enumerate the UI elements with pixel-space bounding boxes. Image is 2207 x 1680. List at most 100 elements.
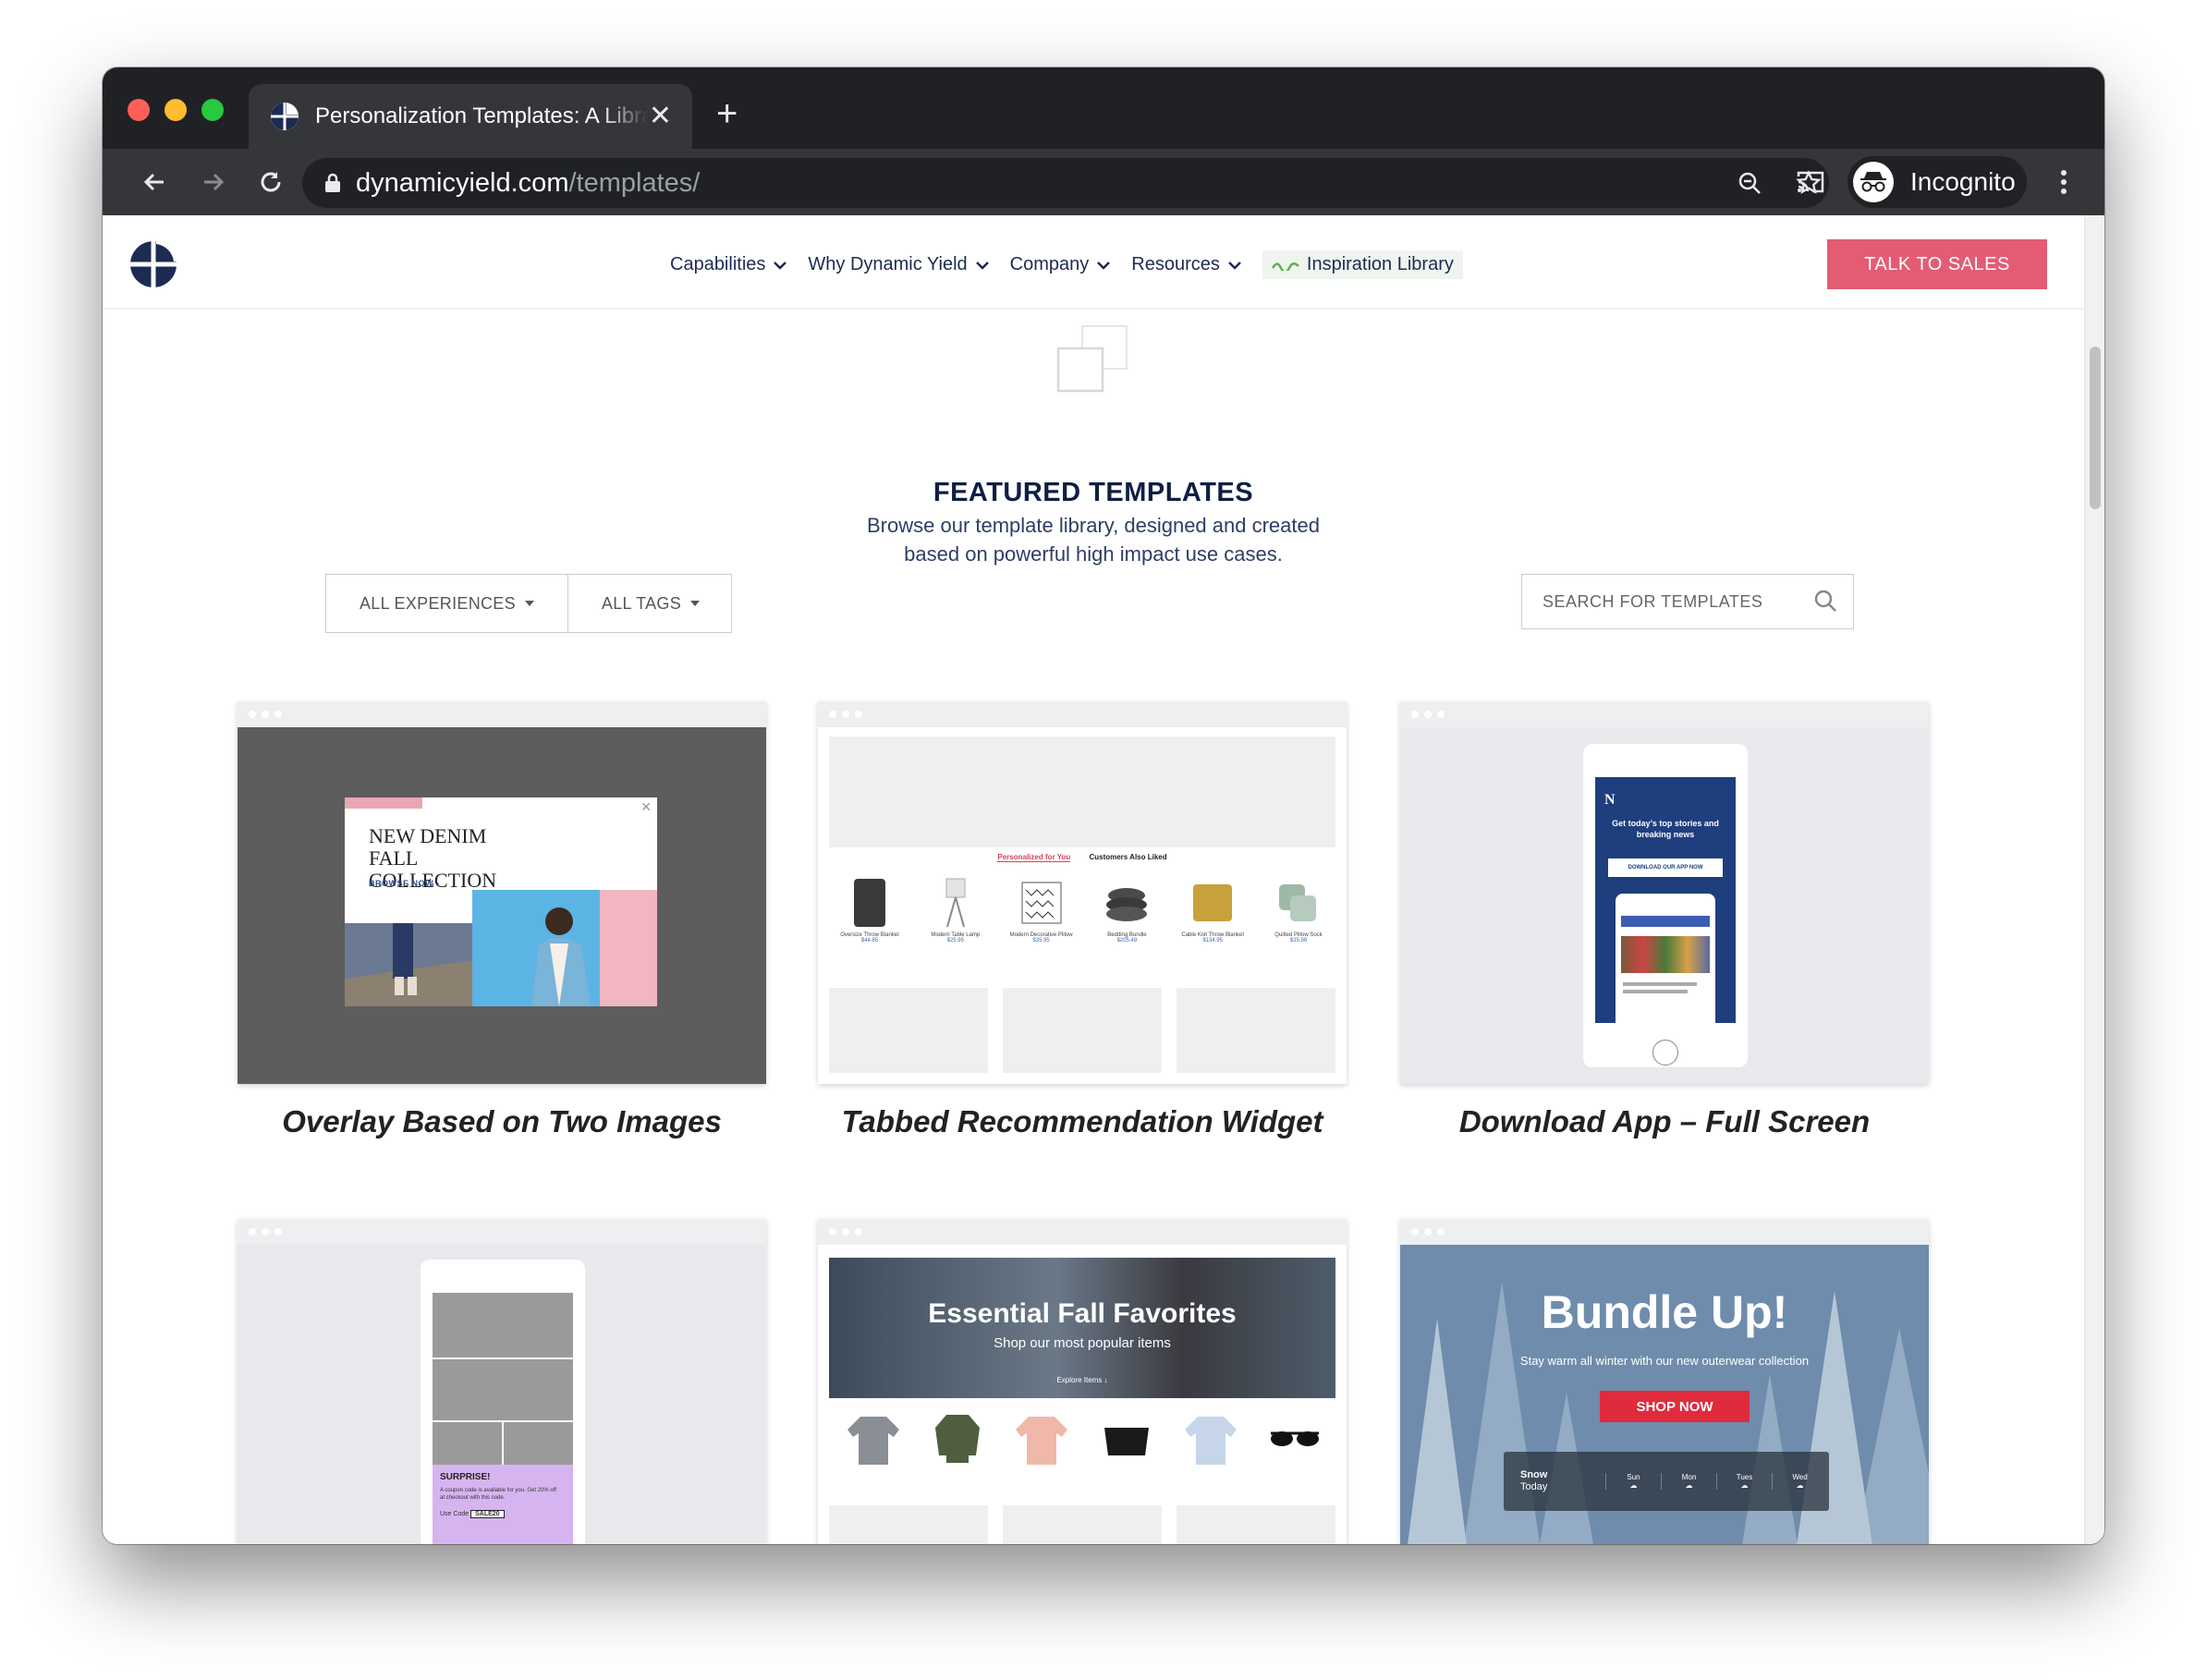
main-nav: Capabilities Why Dynamic Yield Company R… xyxy=(670,250,1463,279)
card-preview: Essential Fall Favorites Shop our most p… xyxy=(818,1245,1347,1544)
browser-tab[interactable]: Personalization Templates: A Library of … xyxy=(249,84,692,149)
address-bar[interactable]: dynamicyield.com/templates/ xyxy=(302,158,1829,208)
squiggle-icon xyxy=(1271,262,1299,271)
url-text: dynamicyield.com/templates/ xyxy=(356,167,701,198)
site-favicon-icon xyxy=(271,103,299,130)
incognito-label: Incognito xyxy=(1910,167,2016,196)
zoom-icon[interactable] xyxy=(1733,166,1766,200)
chevron-down-icon xyxy=(1097,261,1111,270)
preview-headline: Essential Fall Favorites xyxy=(928,1298,1237,1329)
nav-label: Capabilities xyxy=(670,254,766,274)
search-input[interactable] xyxy=(1542,591,1792,612)
preview-logo: N xyxy=(1604,792,1616,808)
sunglasses-image xyxy=(1271,1431,1320,1446)
template-search xyxy=(1521,574,1854,629)
page-subtitle: Browse our template library, designed an… xyxy=(103,511,2084,568)
cast-icon[interactable] xyxy=(1790,162,1831,202)
card-preview: Bundle Up! Stay warm all winter with our… xyxy=(1400,1245,1929,1544)
preview-hero-banner: Essential Fall Favorites Shop our most p… xyxy=(829,1258,1335,1398)
template-card-title[interactable]: Overlay Based on Two Images xyxy=(238,1104,766,1139)
dynamic-yield-logo[interactable] xyxy=(130,241,177,287)
close-icon: ✕ xyxy=(640,799,652,814)
card-window-bar xyxy=(238,701,766,727)
card-window-bar xyxy=(818,701,1347,727)
incognito-icon xyxy=(1853,162,1894,202)
preview-body: A coupon code is available for you. Get … xyxy=(440,1488,556,1501)
jacket-green-image xyxy=(934,1415,980,1463)
nav-resources[interactable]: Resources xyxy=(1131,254,1242,275)
incognito-profile-button[interactable]: Incognito xyxy=(1847,156,2027,208)
talk-to-sales-button[interactable]: TALK TO SALES xyxy=(1827,239,2047,289)
nav-why-dynamic-yield[interactable]: Why Dynamic Yield xyxy=(808,254,989,275)
new-tab-icon[interactable]: + xyxy=(716,95,738,132)
preview-product: Quilted Pillow Sock $35.99 xyxy=(1260,875,1337,943)
card-preview: ✕ NEW DENIM FALL COLLECTION BROWSE NOW › xyxy=(238,727,766,1084)
preview-product: Oversize Throw Blanket $44.85 xyxy=(831,875,908,943)
window-controls xyxy=(128,99,224,121)
nav-company[interactable]: Company xyxy=(1010,254,1112,275)
tags-dropdown[interactable]: ALL TAGS xyxy=(567,575,731,632)
preview-subheadline: Shop our most popular items xyxy=(994,1335,1171,1351)
dropdown-label: ALL EXPERIENCES xyxy=(360,593,516,613)
card-window-bar xyxy=(1400,701,1929,727)
template-card[interactable]: SURPRISE! A coupon code is available for… xyxy=(238,1219,766,1544)
page-scrollbar[interactable] xyxy=(2084,215,2104,1544)
maximize-window-button[interactable] xyxy=(201,99,224,121)
nav-inspiration-library[interactable]: Inspiration Library xyxy=(1262,250,1463,279)
nav-label: Inspiration Library xyxy=(1306,254,1454,274)
preview-headline: SURPRISE! xyxy=(440,1472,491,1482)
back-arrow-icon[interactable] xyxy=(134,162,175,202)
browser-menu-icon[interactable] xyxy=(2043,162,2084,202)
browser-window: Personalization Templates: A Library of … xyxy=(103,67,2104,1544)
template-card[interactable]: N Get today’s top stories and breaking n… xyxy=(1400,701,1929,1084)
browser-toolbar: dynamicyield.com/templates/ Incognito xyxy=(103,149,2104,215)
template-card-title[interactable]: Download App – Full Screen xyxy=(1400,1104,1929,1139)
nav-capabilities[interactable]: Capabilities xyxy=(670,254,787,275)
preview-product: Modern Decorative Pillow $35.95 xyxy=(1003,875,1080,943)
nav-label: Resources xyxy=(1131,254,1220,274)
preview-product-row: Oversize Throw Blanket $44.85 Modern Tabl… xyxy=(831,875,1337,943)
clutch-black-image xyxy=(1104,1428,1149,1455)
sweater-grey-image xyxy=(847,1417,899,1465)
templates-icon xyxy=(1056,325,1128,393)
experiences-dropdown[interactable]: ALL EXPERIENCES xyxy=(326,575,567,632)
preview-product: Cable Knit Throw Blanket $134.95 xyxy=(1174,875,1251,943)
subtitle-line: Browse our template library, designed an… xyxy=(867,514,1320,537)
template-card-title[interactable]: Tabbed Recommendation Widget xyxy=(818,1104,1347,1139)
minimize-window-button[interactable] xyxy=(165,99,187,121)
reload-icon[interactable] xyxy=(250,162,291,202)
scrollbar-thumb[interactable] xyxy=(2090,347,2101,509)
nav-label: Why Dynamic Yield xyxy=(808,254,968,274)
search-icon[interactable] xyxy=(1812,588,1838,614)
forward-arrow-icon[interactable] xyxy=(193,162,234,202)
preview-subheadline: Stay warm all winter with our new outerw… xyxy=(1519,1354,1810,1368)
preview-tab-active: Personalized for You xyxy=(997,853,1071,862)
card-preview: N Get today’s top stories and breaking n… xyxy=(1400,727,1929,1084)
phone-mockup: N Get today’s top stories and breaking n… xyxy=(1583,744,1748,1067)
tab-close-icon[interactable]: ✕ xyxy=(649,101,672,132)
card-window-bar xyxy=(818,1219,1347,1245)
preview-button: DOWNLOAD OUR APP NOW xyxy=(1608,858,1723,877)
preview-tab: Customers Also Liked xyxy=(1089,853,1167,861)
template-card[interactable]: ✕ NEW DENIM FALL COLLECTION BROWSE NOW › xyxy=(238,701,766,1084)
tab-title: Personalization Templates: A Library of … xyxy=(315,103,648,128)
template-card[interactable]: Essential Fall Favorites Shop our most p… xyxy=(818,1219,1347,1544)
preview-link: Explore Items ↓ xyxy=(1056,1376,1108,1384)
card-preview: Personalized for You Customers Also Like… xyxy=(818,727,1347,1084)
web-page: Capabilities Why Dynamic Yield Company R… xyxy=(103,215,2084,1544)
preview-product-row xyxy=(831,1409,1337,1468)
filter-group: ALL EXPERIENCES ALL TAGS xyxy=(325,574,733,633)
card-window-bar xyxy=(1400,1219,1929,1245)
close-window-button[interactable] xyxy=(128,99,150,121)
card-preview: SURPRISE! A coupon code is available for… xyxy=(238,1245,766,1544)
lock-icon xyxy=(325,173,340,192)
template-card[interactable]: Personalized for You Customers Also Like… xyxy=(818,701,1347,1084)
template-card[interactable]: Bundle Up! Stay warm all winter with our… xyxy=(1400,1219,1929,1544)
preview-headline: Get today’s top stories and breaking new… xyxy=(1612,819,1719,839)
caret-down-icon xyxy=(524,601,534,606)
preview-link: BROWSE NOW › xyxy=(369,879,440,888)
sweater-blue-image xyxy=(1184,1417,1237,1465)
card-window-bar xyxy=(238,1219,766,1245)
preview-product: Bedding Bundle $205.49 xyxy=(1088,875,1165,943)
model-photo xyxy=(472,890,657,1006)
